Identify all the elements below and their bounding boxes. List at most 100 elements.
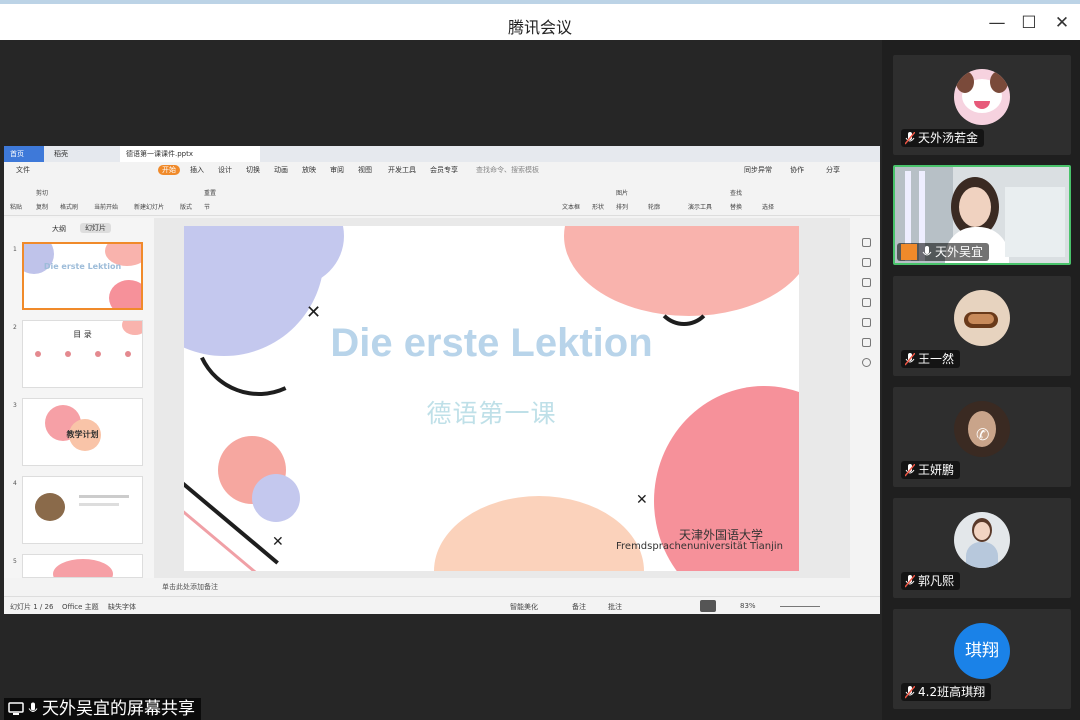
layout-button[interactable]: 版式: [180, 202, 192, 211]
wps-ribbon: 粘贴 剪切 复制 格式刷 当前开始 新建幻灯片 版式 节 重置 文本框 形状 排…: [4, 180, 880, 216]
participant-tile[interactable]: ✆ 王妍鹏: [893, 387, 1071, 487]
zoom-slider[interactable]: [780, 606, 820, 607]
thumb-title: Die erste Lektion: [43, 262, 122, 271]
mic-muted-icon: [905, 574, 915, 587]
presentation-tools-button[interactable]: 演示工具: [688, 202, 712, 211]
participant-label: 王一然: [901, 350, 961, 368]
thumb-number: 1: [13, 246, 17, 253]
shared-presentation-window: 首页 稻壳 德语第一课课件.pptx 文件 开始 插入 设计 切换 动画 放映 …: [4, 146, 880, 614]
collaborate-button[interactable]: 协作: [790, 165, 804, 175]
status-bar: 幻灯片 1 / 26 Office 主题 缺失字体 智能美化 备注 批注 83%: [4, 596, 880, 614]
participant-label: 4.2班高琪翔: [901, 683, 992, 701]
slide-counter: 幻灯片 1 / 26: [10, 603, 54, 611]
properties-icon[interactable]: [862, 258, 871, 267]
play-from-current-button[interactable]: 当前开始: [94, 202, 118, 211]
menu-member[interactable]: 会员专享: [430, 165, 458, 175]
paste-button[interactable]: 粘贴: [10, 202, 22, 211]
find-button[interactable]: 查找: [730, 188, 742, 197]
share-doc-button[interactable]: 分享: [826, 165, 840, 175]
participant-tile-active[interactable]: 天外吴宜: [893, 165, 1071, 265]
menu-insert[interactable]: 插入: [190, 165, 204, 175]
picture-button[interactable]: 图片: [616, 188, 628, 197]
current-slide[interactable]: ✕ ✕ ✕ Die erste Lektion 德语第一课 天津外国语大学 Fr…: [184, 226, 799, 571]
slide-thumbnail[interactable]: 教学计划: [22, 398, 143, 466]
avatar: [954, 512, 1010, 568]
comments-toggle[interactable]: 批注: [608, 602, 622, 612]
slide-thumbnail[interactable]: 目 录: [22, 320, 143, 388]
menu-design[interactable]: 设计: [218, 165, 232, 175]
close-button[interactable]: ✕: [1051, 12, 1073, 34]
format-painter-button[interactable]: 格式刷: [60, 202, 78, 211]
participant-tile[interactable]: 天外汤若金: [893, 55, 1071, 155]
magic-icon[interactable]: [862, 238, 871, 247]
section-button[interactable]: 节: [204, 202, 210, 211]
decor-x-icon: ✕: [272, 534, 284, 550]
menu-transition[interactable]: 切换: [246, 165, 260, 175]
slide-title: Die erste Lektion: [330, 321, 653, 365]
participant-tile[interactable]: 琪翔 4.2班高琪翔: [893, 609, 1071, 709]
participant-tile[interactable]: 郭凡熙: [893, 498, 1071, 598]
slide-subtitle: 德语第一课: [426, 399, 557, 428]
mic-muted-icon: [905, 463, 915, 476]
decor-blob: [434, 496, 644, 571]
tab-home[interactable]: 首页: [4, 146, 44, 162]
star-icon[interactable]: [862, 278, 871, 287]
menu-review[interactable]: 审阅: [330, 165, 344, 175]
tab-document[interactable]: 德语第一课课件.pptx: [120, 146, 260, 162]
command-search[interactable]: 查找命令、搜索模板: [476, 165, 539, 175]
slide-thumbnail-pane: 大纲 幻灯片 1 Die erste Lektion 2 目 录 3 教学计划 …: [4, 218, 154, 578]
decor-x-icon: ✕: [306, 302, 322, 323]
menu-view[interactable]: 视图: [358, 165, 372, 175]
shape-button[interactable]: 形状: [592, 202, 604, 211]
location-icon[interactable]: [862, 358, 871, 367]
slide-thumbnail[interactable]: [22, 476, 143, 544]
edit-icon[interactable]: [862, 298, 871, 307]
menu-slideshow[interactable]: 放映: [302, 165, 316, 175]
mic-icon: [922, 245, 932, 255]
participant-tile[interactable]: 王一然: [893, 276, 1071, 376]
wps-menu-bar: 文件 开始 插入 设计 切换 动画 放映 审阅 视图 开发工具 会员专享 查找命…: [4, 164, 880, 178]
menu-home[interactable]: 开始: [158, 165, 180, 175]
new-slide-button[interactable]: 新建幻灯片: [134, 202, 164, 211]
cut-button[interactable]: 剪切: [36, 188, 48, 197]
participant-name: 4.2班高琪翔: [918, 685, 986, 699]
mic-icon: [28, 702, 38, 712]
mic-muted-icon: [905, 685, 915, 698]
select-button[interactable]: 选择: [762, 202, 774, 211]
avatar: 琪翔: [954, 623, 1010, 679]
notes-toggle[interactable]: 备注: [572, 602, 586, 612]
missing-font-button[interactable]: 缺失字体: [108, 602, 136, 612]
smart-beautify-button[interactable]: 智能美化: [510, 602, 538, 612]
slide-thumbnail[interactable]: [22, 554, 143, 578]
thumb-title: 目 录: [73, 330, 92, 339]
copy-button[interactable]: 复制: [36, 202, 48, 211]
right-tool-strip: [850, 218, 880, 578]
clock-icon[interactable]: [862, 318, 871, 327]
sync-status[interactable]: 同步异常: [744, 165, 772, 175]
outline-button[interactable]: 轮廓: [648, 202, 660, 211]
maximize-button[interactable]: ☐: [1018, 12, 1040, 34]
reset-button[interactable]: 重置: [204, 188, 216, 197]
wps-tab-bar: 首页 稻壳 德语第一课课件.pptx: [4, 146, 880, 162]
play-icon[interactable]: [700, 600, 716, 612]
minimize-button[interactable]: —: [986, 12, 1008, 34]
pane-tab-slides[interactable]: 幻灯片: [80, 223, 111, 233]
menu-file[interactable]: 文件: [16, 165, 30, 175]
notes-field[interactable]: 单击此处添加备注: [154, 578, 850, 594]
textbox-button[interactable]: 文本框: [562, 202, 580, 211]
pane-tab-outline[interactable]: 大纲: [52, 224, 66, 234]
theme-name: Office 主题: [62, 603, 99, 611]
decor-line: [184, 497, 261, 571]
tab-docer[interactable]: 稻壳: [48, 146, 74, 162]
menu-animation[interactable]: 动画: [274, 165, 288, 175]
participant-name: 天外汤若金: [918, 131, 979, 145]
university-name-de: Fremdsprachenuniversität Tianjin: [616, 541, 783, 552]
slide-thumbnail[interactable]: Die erste Lektion: [22, 242, 143, 310]
picture-icon[interactable]: [862, 338, 871, 347]
arrange-button[interactable]: 排列: [616, 202, 628, 211]
mic-muted-icon: [905, 352, 915, 365]
window-title: 腾讯会议: [507, 18, 572, 37]
screen-share-label: 天外吴宜的屏幕共享: [4, 698, 201, 720]
menu-developer[interactable]: 开发工具: [388, 165, 416, 175]
replace-button[interactable]: 替换: [730, 202, 742, 211]
